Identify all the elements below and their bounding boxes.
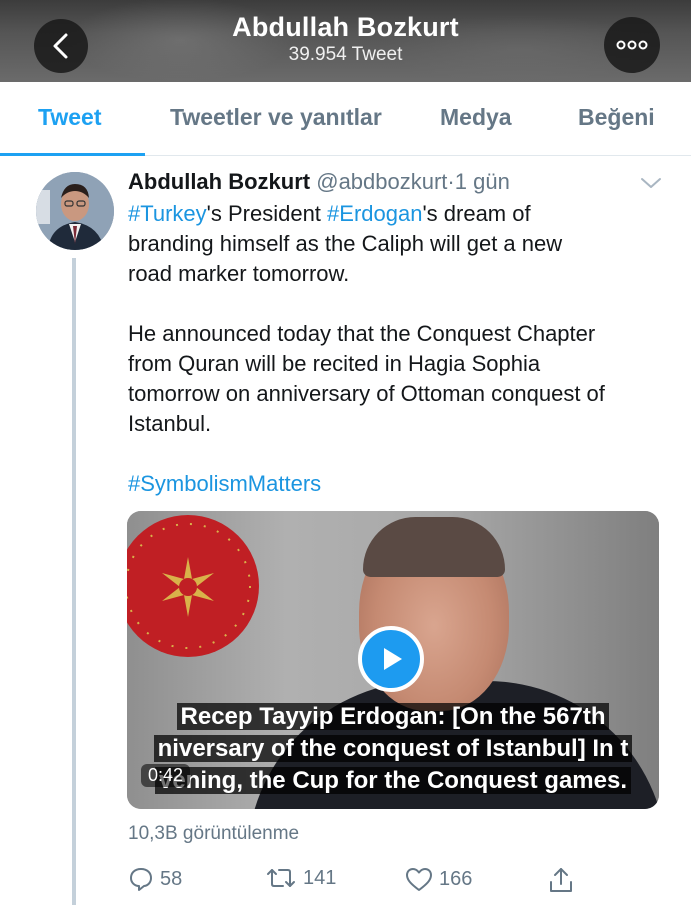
tweet-text-line: from Quran will be recited in Hagia Soph… — [128, 351, 541, 376]
avatar-photo — [36, 172, 114, 250]
retweet-count: 141 — [303, 866, 337, 889]
tweet-text-line: tomorrow on anniversary of Ottoman conqu… — [128, 381, 605, 406]
tweet-text-line: road marker tomorrow. — [128, 261, 350, 286]
video-caption-line: vening, the Cup for the Conquest games. — [127, 765, 659, 797]
share-button[interactable] — [548, 866, 574, 894]
active-tab-indicator — [0, 153, 145, 156]
video-player[interactable]: Recep Tayyip Erdogan: [On the 567th nive… — [127, 511, 659, 809]
tab-tweets-and-replies[interactable]: Tweetler ve yanıtlar — [170, 104, 382, 131]
tweet-header: Abdullah Bozkurt @abdbozkurt·1 gün — [128, 169, 510, 195]
video-caption-line: niversary of the conquest of Istanbul] I… — [127, 733, 659, 765]
retweet-icon — [267, 869, 295, 887]
profile-header: Abdullah Bozkurt 39.954 Tweet — [0, 0, 691, 82]
more-dots-icon — [616, 40, 648, 50]
hashtag-erdogan[interactable]: #Erdogan — [327, 201, 422, 226]
video-caption-line: Recep Tayyip Erdogan: [On the 567th — [127, 701, 659, 733]
reply-icon — [130, 868, 152, 891]
avatar[interactable] — [36, 172, 114, 250]
play-button[interactable] — [358, 626, 424, 692]
header-title: Abdullah Bozkurt — [232, 12, 459, 42]
share-icon — [550, 868, 572, 892]
like-button[interactable]: 166 — [405, 866, 472, 892]
tweet-count: 39.954 Tweet — [288, 44, 403, 65]
profile-tabs: Tweet Tweetler ve yanıtlar Medya Beğeni — [0, 82, 691, 156]
tweet-menu-button[interactable] — [638, 174, 664, 192]
presidential-emblem — [127, 515, 259, 657]
tweet-text-line: branding himself as the Caliph will get … — [128, 231, 563, 256]
hashtag-turkey[interactable]: #Turkey — [128, 201, 207, 226]
author-handle[interactable]: @abdbozkurt — [316, 169, 447, 194]
tweet-text-line: Istanbul. — [128, 411, 212, 436]
video-duration: 0:42 — [141, 764, 191, 787]
tweet-text-line: #Turkey's President #Erdogan's dream of — [128, 201, 531, 226]
chevron-down-icon — [641, 178, 661, 188]
tweet-time: 1 gün — [454, 169, 510, 194]
tab-tweet[interactable]: Tweet — [38, 104, 101, 131]
like-count: 166 — [439, 867, 473, 890]
author-name[interactable]: Abdullah Bozkurt — [128, 169, 310, 194]
reply-count: 58 — [160, 867, 183, 890]
heart-icon — [406, 868, 432, 891]
tab-media[interactable]: Medya — [440, 104, 512, 131]
tab-likes[interactable]: Beğeni — [578, 104, 655, 131]
more-button[interactable] — [604, 17, 660, 73]
retweet-button[interactable]: 141 — [265, 866, 336, 890]
tweet-text-line: #SymbolismMatters — [128, 469, 673, 499]
tweet-text-line: He announced today that the Conquest Cha… — [128, 321, 596, 346]
hashtag-symbolism-matters[interactable]: #SymbolismMatters — [128, 471, 321, 496]
reply-button[interactable]: 58 — [128, 866, 182, 892]
play-icon — [384, 648, 402, 670]
view-count: 10,3B görüntülenme — [128, 823, 300, 844]
emblem-star-icon — [127, 523, 251, 649]
separator-dot: · — [447, 169, 455, 194]
thread-line — [72, 258, 76, 905]
